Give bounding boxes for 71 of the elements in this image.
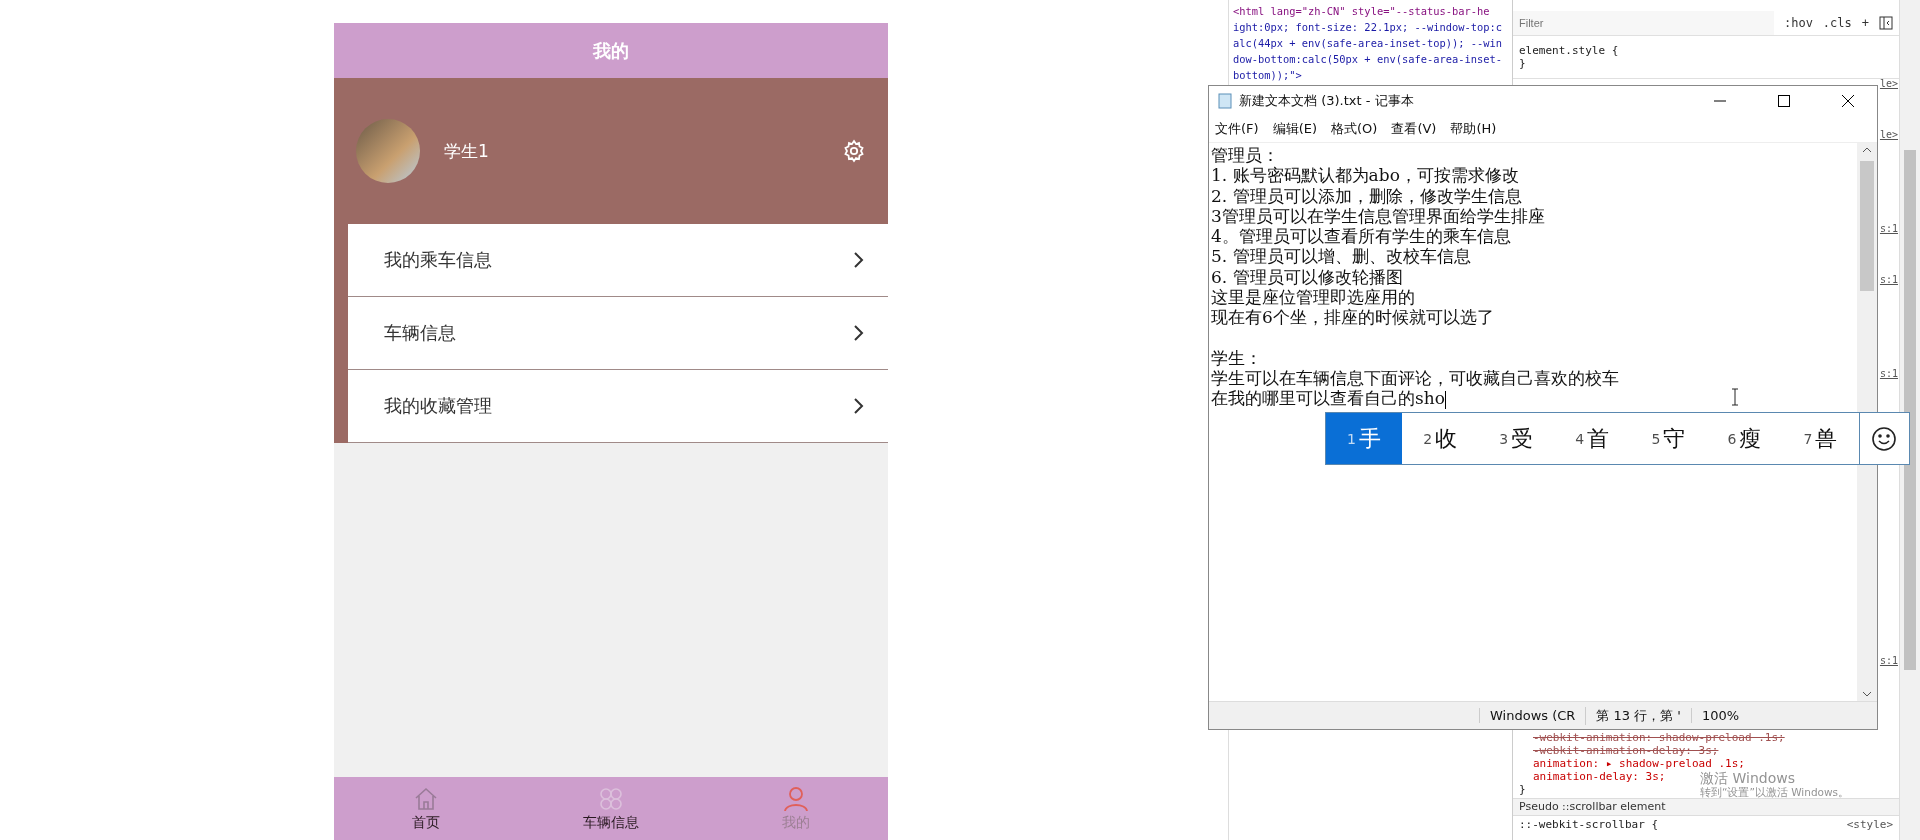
css-declaration: animation: ▸ shadow-preload .1s; [1533,757,1745,770]
settings-icon[interactable] [842,139,866,163]
person-icon [782,785,809,812]
css-declaration: -webkit-animation-delay: 3s; [1533,744,1719,757]
chevron-right-icon [852,251,864,269]
smiley-icon[interactable] [1871,425,1898,452]
text-line: 1. 账号密码默认都为abo，可按需求修改 [1211,165,1519,186]
text-line: 学生可以在车辆信息下面评论，可收藏自己喜欢的校车 [1211,367,1619,389]
html-source-line: dow-bottom:calc(50px + env(safe-area-inset- [1233,52,1502,67]
source-link[interactable]: s:1 [1879,655,1898,667]
menu-item[interactable]: 文件(F) [1215,120,1259,138]
section-header: Pseudo ::scrollbar element [1513,798,1899,816]
style-tool-button[interactable]: + [1861,16,1869,30]
menu-item[interactable]: 格式(O) [1331,120,1378,138]
text-line: 4。管理员可以查看所有学生的乘车信息 [1211,226,1511,247]
style-tool-button[interactable]: .cls [1822,16,1852,30]
html-source-line: <html lang="zh-CN" style="--status-bar-he [1233,4,1490,19]
menu-item[interactable]: 编辑(E) [1272,120,1317,138]
menu-item[interactable]: 车辆信息 [348,297,888,370]
html-source-line: ight:0px; font-size: 22.1px; --window-top:c [1233,20,1502,35]
status-text: Windows (CR [1479,708,1586,723]
menu-item[interactable]: 帮助(H) [1450,120,1497,138]
text-line: 在我的哪里可以查看自己的sho [1211,388,1446,409]
filter-field[interactable]: Filter [1513,11,1774,35]
source-link[interactable]: <style> [1846,818,1893,831]
css-rule-line: } [1519,57,1526,70]
text-line: 6. 管理员可以修改轮播图 [1211,266,1403,288]
page-title: 我的 [334,23,888,78]
scrollbar-thumb[interactable] [1904,150,1916,670]
css-rule-line: } [1519,783,1526,796]
notepad-icon [1217,93,1233,109]
candidate-item[interactable]: 1 手 [1326,413,1403,464]
sidebar-toggle-icon[interactable] [1879,16,1893,30]
text-line: 2. 管理员可以添加，删除，修改学生信息 [1211,185,1522,206]
text-line: 现在有6个坐，排座的时候就可以选了 [1211,307,1494,328]
scrollbar-thumb[interactable] [1860,161,1874,291]
window-title: 新建文本文档 (3).txt - 记事本 [1239,92,1415,110]
chevron-right-icon [852,324,864,342]
css-selector: ::-webkit-scrollbar { [1519,818,1659,831]
css-rule-line: element.style { [1519,44,1619,57]
maximize-icon[interactable] [1778,95,1790,107]
activation-notice-title: 激活 Windows [1700,771,1795,786]
text-line: 3管理员可以在学生信息管理界面给学生排座 [1211,205,1545,227]
i-beam-cursor-icon [1731,388,1739,406]
style-tool-button[interactable]: :hov [1783,16,1813,30]
css-declaration: animation-delay: 3s; [1533,770,1666,783]
source-link[interactable]: le> [1879,78,1898,90]
menu-item[interactable]: 查看(V) [1391,120,1437,138]
status-text: 第 13 行，第 ' [1585,706,1691,725]
activation-notice-text: 转到“设置”以激活 Windows。 [1700,786,1850,798]
html-source-line: alc(44px + env(safe-area-inset-top)); --win [1233,36,1502,51]
source-link[interactable]: s:1 [1879,368,1898,380]
status-text: 100% [1690,708,1750,723]
text-line: 5. 管理员可以增、删、改校车信息 [1211,246,1471,267]
chevron-right-icon [852,397,864,415]
grid-icon [598,785,624,812]
text-cursor [1444,390,1446,409]
source-link[interactable]: s:1 [1879,223,1898,235]
menu-item[interactable]: 我的收藏管理 [348,370,888,443]
css-declaration: -webkit-animation: shadow-preload .1s; [1533,731,1785,744]
tab-item[interactable]: 车辆信息 [518,777,704,840]
source-link[interactable]: s:1 [1879,274,1898,286]
close-icon[interactable] [1841,94,1855,108]
html-source-line: bottom));"> [1233,68,1302,83]
menu-item[interactable]: 我的乘车信息 [348,224,888,297]
text-line: 这里是座位管理即选座用的 [1211,287,1415,308]
text-line: 学生： [1211,347,1262,368]
tab-item[interactable]: 首页 [334,777,519,840]
text-line: 管理员： [1211,145,1279,166]
source-link[interactable]: le> [1879,129,1898,141]
user-name: 学生1 [444,139,490,163]
